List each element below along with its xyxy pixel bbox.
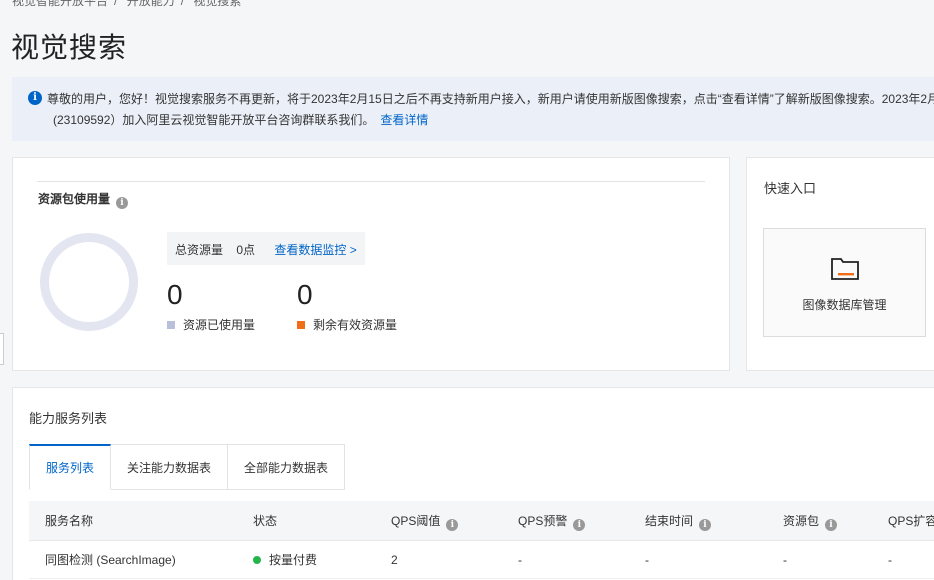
qps-threshold-value: 2: [391, 553, 398, 567]
end-time-value: -: [645, 553, 649, 567]
resource-usage-card: 资源包使用量 i 总资源量 0点 查看数据监控 > 0 资源已使用量 0 剩余有效…: [12, 157, 730, 371]
column-header-resource-pack: 资源包 i: [783, 501, 838, 541]
info-icon: i: [28, 91, 42, 105]
usage-title: 资源包使用量 i: [38, 190, 129, 209]
service-list-card: 能力服务列表 服务列表 关注能力数据表 全部能力数据表 服务名称 状态 QPS阈…: [12, 387, 934, 580]
remaining-stat: 0 剩余有效资源量: [297, 278, 397, 333]
used-swatch: [167, 321, 175, 329]
quick-entry-card: 快速入口 图像数据库管理: [746, 157, 934, 371]
usage-donut-chart: [40, 233, 138, 331]
column-header-name: 服务名称: [45, 514, 94, 528]
table-row: 同图检测 (SearchImage) 按量付费 2 - - - -: [29, 541, 934, 579]
info-icon[interactable]: i: [825, 519, 838, 531]
service-tabs: 服务列表 关注能力数据表 全部能力数据表: [29, 444, 346, 490]
column-header-qps-alert: QPS预警 i: [518, 501, 586, 541]
remaining-label: 剩余有效资源量: [313, 318, 398, 332]
column-header-qps-expand: QPS扩容: [888, 514, 934, 528]
used-label: 资源已使用量: [183, 318, 256, 332]
notice-text-line1: 尊敬的用户，您好！视觉搜索服务不再更新，将于2023年2月15日之后不再支持新用…: [47, 92, 934, 106]
tile-label: 图像数据库管理: [802, 298, 887, 312]
service-name: 同图检测 (SearchImage): [45, 553, 176, 567]
notice-text-line2: (23109592）加入阿里云视觉智能开放平台咨询群联系我们。 查看详情: [53, 110, 934, 131]
resource-pack-value: -: [783, 553, 787, 567]
info-icon[interactable]: i: [573, 519, 586, 531]
folder-icon: [764, 255, 925, 284]
column-header-qps-threshold: QPS阈值 i: [391, 501, 459, 541]
total-resource-label: 总资源量: [175, 243, 224, 257]
total-resource-value: 0点: [236, 243, 256, 257]
data-monitor-link[interactable]: 查看数据监控 >: [274, 243, 356, 257]
used-stat: 0 资源已使用量: [167, 278, 255, 333]
status-text: 按量付费: [269, 553, 318, 567]
breadcrumb-item[interactable]: 开放能力: [127, 0, 175, 8]
info-icon[interactable]: i: [116, 197, 129, 209]
info-icon[interactable]: i: [446, 519, 459, 531]
service-table: 服务名称 状态 QPS阈值 i QPS预警 i 结束时间 i 资源包 i QPS扩容 同…: [29, 501, 934, 579]
table-header: 服务名称 状态 QPS阈值 i QPS预警 i 结束时间 i 资源包 i QPS扩容: [29, 501, 934, 541]
qps-alert-value: -: [518, 553, 522, 567]
notice-details-link[interactable]: 查看详情: [380, 113, 428, 127]
used-value: 0: [167, 279, 183, 310]
notice-text: (23109592）加入阿里云视觉智能开放平台咨询群联系我们。: [53, 113, 375, 127]
breadcrumb-item: 视觉搜索: [193, 0, 242, 8]
total-resource-box: 总资源量 0点 查看数据监控 >: [167, 232, 365, 265]
quick-entry-title: 快速入口: [764, 181, 817, 196]
remaining-value: 0: [297, 279, 313, 310]
status-cell: 按量付费: [253, 541, 317, 579]
breadcrumb-item[interactable]: 视觉智能开放平台: [12, 0, 108, 8]
tab-service-list[interactable]: 服务列表: [29, 444, 112, 490]
column-header-status: 状态: [253, 514, 278, 528]
remaining-swatch: [297, 321, 305, 329]
status-dot: [253, 556, 261, 564]
service-list-title: 能力服务列表: [29, 411, 108, 426]
sidebar-toggle-handle[interactable]: [0, 333, 4, 365]
divider: [37, 181, 705, 182]
qps-expand-value: -: [888, 553, 892, 567]
page-title: 视觉搜索: [11, 32, 128, 63]
tab-all-data[interactable]: 全部能力数据表: [228, 444, 346, 490]
notice-banner: i 尊敬的用户，您好！视觉搜索服务不再更新，将于2023年2月15日之后不再支持…: [12, 77, 934, 141]
image-database-tile[interactable]: 图像数据库管理: [763, 228, 926, 337]
tab-followed-data[interactable]: 关注能力数据表: [111, 444, 229, 490]
column-header-end-time: 结束时间 i: [645, 501, 712, 541]
info-icon[interactable]: i: [699, 519, 712, 531]
breadcrumb: 视觉智能开放平台 / 开放能力 / 视觉搜索: [12, 0, 247, 9]
